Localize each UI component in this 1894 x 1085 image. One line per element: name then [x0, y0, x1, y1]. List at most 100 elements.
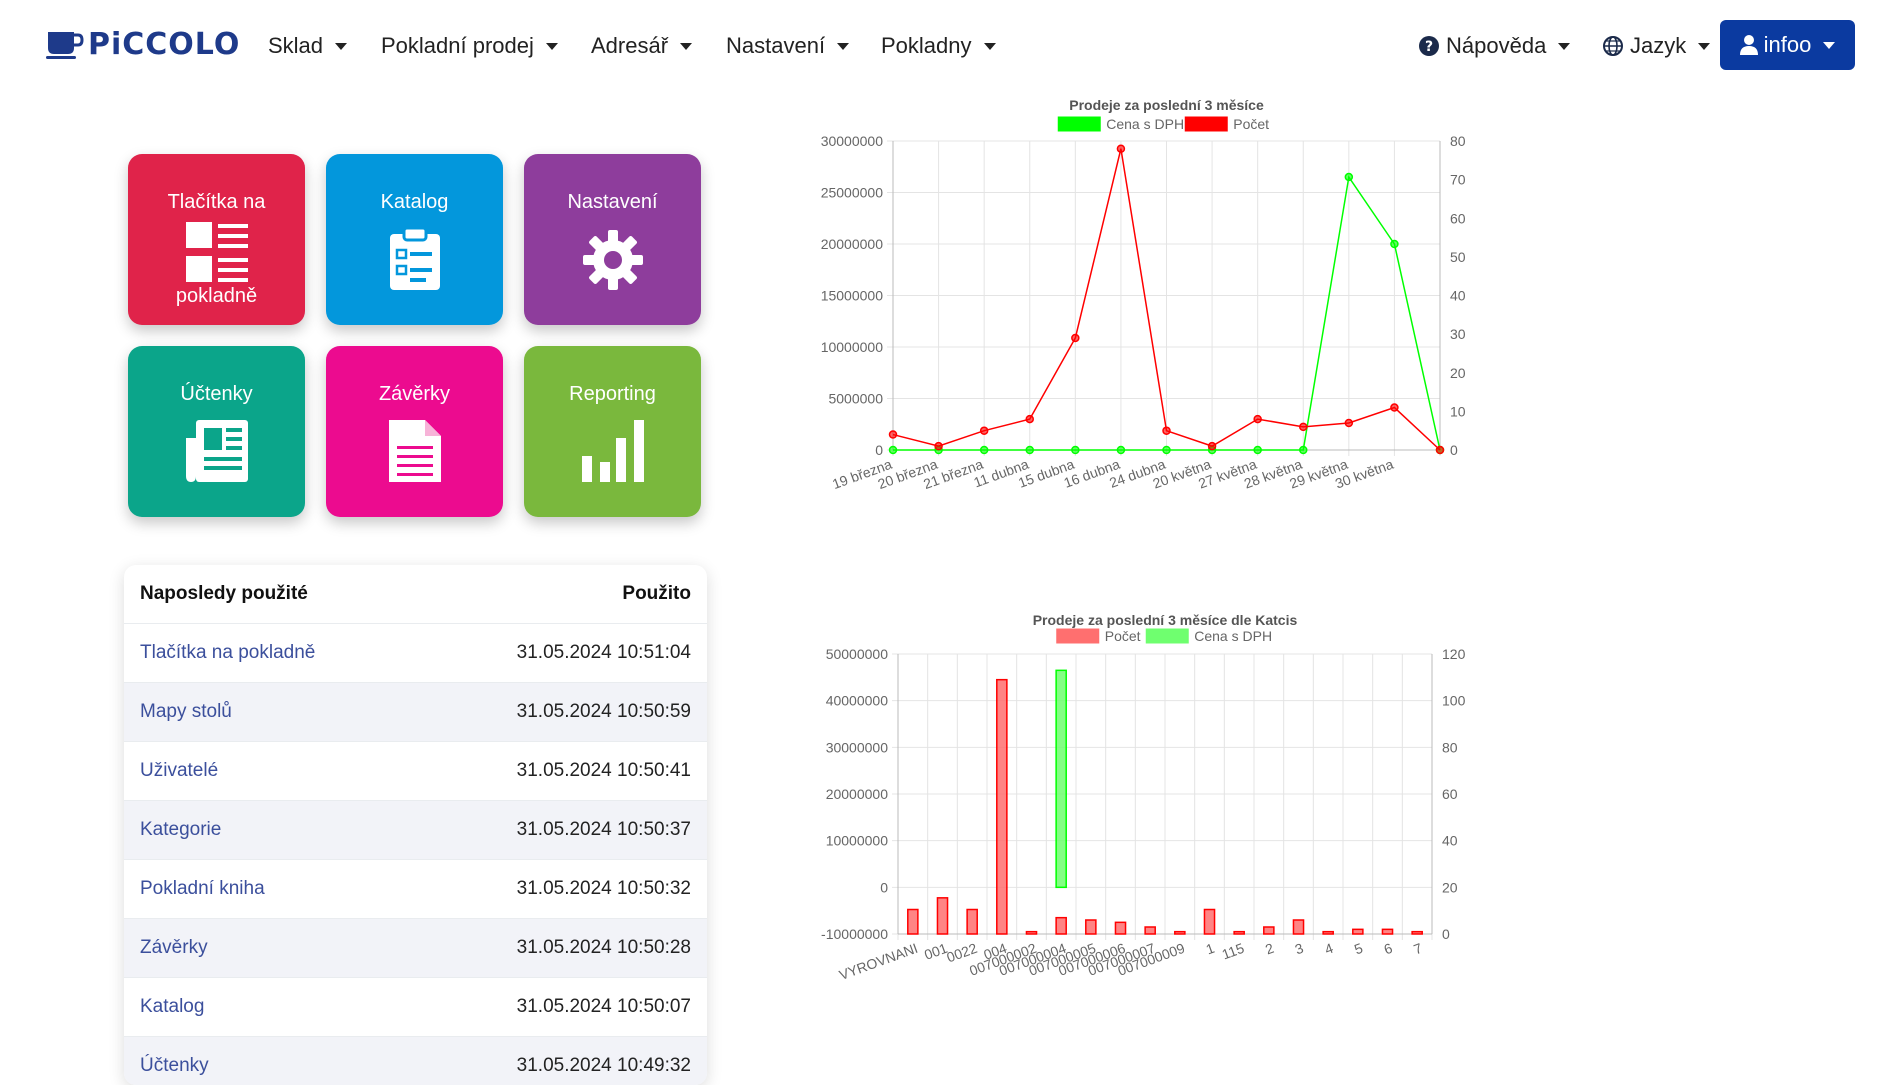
data-point	[1071, 333, 1080, 343]
tile-zaverky-label: Závěrky	[378, 383, 451, 405]
recent-row-name[interactable]: Závěrky	[140, 937, 208, 959]
data-point	[1390, 239, 1399, 249]
y-left-tick-label: 10000000	[826, 833, 889, 849]
user-name: infoo	[1763, 32, 1812, 57]
recent-row-time: 31.05.2024 10:50:32	[516, 878, 691, 899]
recent-row[interactable]: Pokladní kniha 31.05.2024 10:50:32	[124, 859, 707, 918]
recent-row[interactable]: Tlačítka na pokladně 31.05.2024 10:51:04	[124, 623, 707, 682]
bar	[1322, 930, 1334, 935]
y-right-tick-label: 60	[1450, 210, 1466, 226]
bar	[1114, 921, 1127, 935]
x-tick-label: 4	[1322, 940, 1335, 958]
nav-adresar[interactable]: Adresář	[591, 30, 693, 62]
nav-pokladni-prodej-label: Pokladní prodej	[381, 33, 534, 58]
user-menu-button[interactable]: infoo	[1720, 20, 1855, 70]
bar	[907, 908, 919, 935]
recent-row-name[interactable]: Kategorie	[140, 819, 221, 841]
user-icon	[1739, 35, 1758, 55]
recent-row[interactable]: Kategorie 31.05.2024 10:50:37	[124, 800, 707, 859]
y-right-tick-label: 0	[1450, 442, 1458, 458]
chart-title: Prodeje za poslední 3 měsíce dle Katcis	[1033, 612, 1298, 628]
nav-sklad-label: Sklad	[268, 33, 324, 58]
tile-pos-buttons-label2: pokladně	[175, 285, 258, 307]
recent-row-name[interactable]: Uživatelé	[140, 760, 218, 782]
question-circle-icon: ?	[1419, 36, 1439, 56]
recent-row-name[interactable]: Mapy stolů	[140, 701, 232, 723]
data-point	[1162, 445, 1171, 455]
coffee-cup-icon	[46, 32, 84, 59]
recent-row[interactable]: Závěrky 31.05.2024 10:50:28	[124, 918, 707, 977]
bar	[1411, 930, 1423, 935]
recent-row[interactable]: Účtenky 31.05.2024 10:49:32	[124, 1036, 707, 1085]
tile-reporting[interactable]: Reporting	[524, 346, 701, 517]
tile-nastaveni[interactable]: Nastavení	[524, 154, 701, 325]
y-left-tick-label: -10000000	[821, 926, 888, 942]
recent-header-time: Použito	[622, 583, 691, 604]
recent-row[interactable]: Katalog 31.05.2024 10:50:07	[124, 977, 707, 1036]
y-left-tick-label: 25000000	[821, 185, 884, 201]
nav-help[interactable]: ? Nápověda	[1418, 30, 1571, 62]
y-left-tick-label: 15000000	[821, 288, 884, 304]
line-chart: Prodeje za poslední 3 měsíce Cena s DPH Po…	[790, 92, 1790, 602]
tile-katalog[interactable]: Katalog	[326, 154, 503, 325]
recent-row-time: 31.05.2024 10:50:41	[516, 760, 691, 781]
recent-row-name[interactable]: Pokladní kniha	[140, 878, 265, 900]
legend-label: Cena s DPH	[1194, 628, 1272, 644]
bar	[966, 908, 978, 935]
data-point	[1253, 414, 1262, 424]
newspaper-icon	[185, 420, 248, 482]
recent-row-name[interactable]: Katalog	[140, 996, 204, 1018]
recent-row-name[interactable]: Tlačítka na pokladně	[140, 642, 315, 664]
data-point	[979, 445, 989, 455]
y-left-tick-label: 50000000	[826, 646, 889, 662]
chart-title: Prodeje za poslední 3 měsíce	[1069, 97, 1264, 113]
recent-row[interactable]: Mapy stolů 31.05.2024 10:50:59	[124, 682, 707, 741]
recent-row-time: 31.05.2024 10:50:28	[516, 937, 691, 958]
data-point	[888, 445, 898, 455]
legend-swatch	[1056, 628, 1100, 644]
y-right-tick-label: 120	[1442, 646, 1466, 662]
nav-pokladny[interactable]: Pokladny	[881, 30, 996, 62]
bar	[1233, 930, 1245, 935]
data-point	[1116, 445, 1126, 455]
bar	[1352, 928, 1364, 935]
legend-label: Cena s DPH	[1106, 116, 1184, 132]
y-right-tick-label: 40	[1450, 288, 1466, 304]
chevron-down-icon	[680, 42, 693, 50]
data-point	[1253, 445, 1262, 455]
nav-sklad[interactable]: Sklad	[268, 30, 348, 62]
brand-name: PiCCOLO	[88, 27, 241, 62]
svg-text:?: ?	[1425, 39, 1433, 55]
pos-buttons-icon	[185, 222, 248, 282]
recent-row-time: 31.05.2024 10:51:04	[516, 642, 691, 663]
nav-pokladni-prodej[interactable]: Pokladní prodej	[381, 30, 558, 62]
bar-chart: Prodeje za poslední 3 měsíce dle Katcis P…	[790, 612, 1790, 1079]
x-tick-label: 1	[1204, 940, 1217, 958]
bar	[1381, 928, 1394, 935]
document-icon	[388, 420, 441, 482]
y-right-tick-label: 70	[1450, 172, 1466, 188]
x-tick-label: 6	[1382, 940, 1395, 958]
data-point	[1390, 403, 1399, 412]
recent-row-time: 31.05.2024 10:49:32	[516, 1055, 691, 1076]
recent-row-name[interactable]: Účtenky	[140, 1055, 209, 1077]
data-point	[1116, 144, 1126, 153]
y-right-tick-label: 80	[1442, 739, 1458, 755]
tile-zaverky[interactable]: Závěrky	[326, 346, 503, 517]
nav-nastaveni[interactable]: Nastavení	[726, 30, 850, 62]
nav-nastaveni-label: Nastavení	[726, 33, 826, 58]
globe-icon	[1603, 36, 1623, 56]
tile-uctenky[interactable]: Účtenky	[128, 346, 305, 517]
legend-swatch	[1145, 628, 1189, 644]
brand-logo[interactable]: PiCCOLO	[46, 28, 240, 62]
recent-row[interactable]: Uživatelé 31.05.2024 10:50:41	[124, 741, 707, 800]
data-point	[1071, 445, 1080, 455]
data-point	[1162, 426, 1171, 435]
tile-pos-buttons[interactable]: Tlačítka na pokladně	[128, 154, 305, 325]
y-right-tick-label: 0	[1442, 926, 1450, 942]
y-right-tick-label: 20	[1450, 365, 1466, 381]
nav-language[interactable]: Jazyk	[1602, 30, 1711, 62]
recent-table: Naposledy použité Použito Tlačítka na po…	[124, 565, 707, 1085]
bar	[996, 678, 1008, 935]
bar	[1085, 919, 1097, 935]
